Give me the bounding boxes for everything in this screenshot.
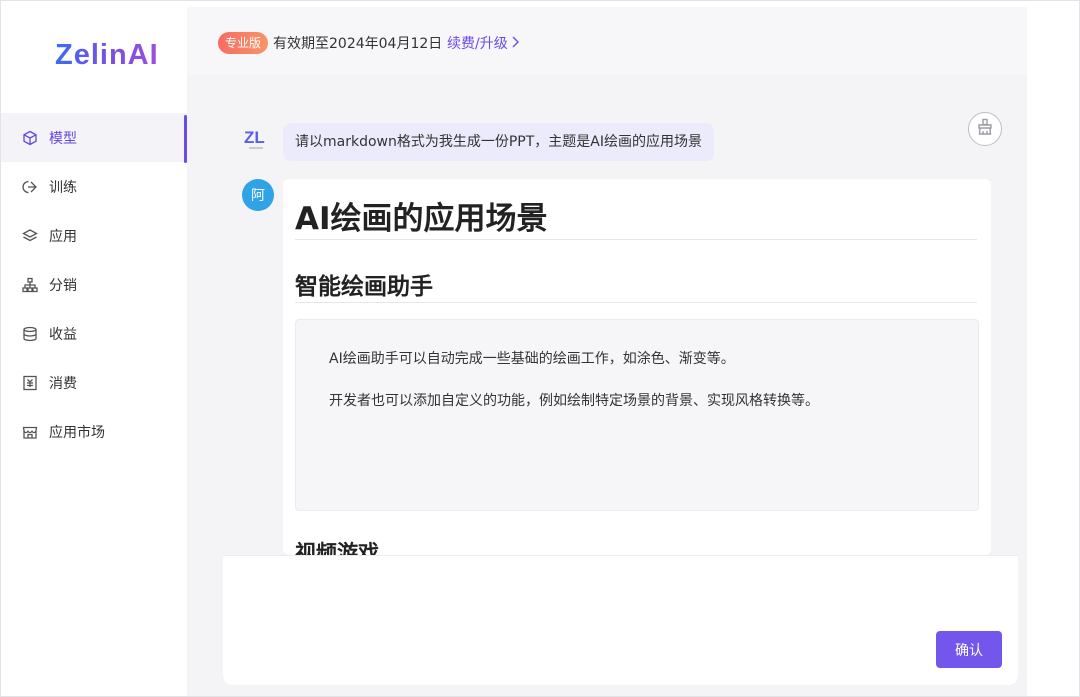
answer-section-heading: 智能绘画助手 bbox=[295, 274, 433, 300]
broom-icon bbox=[975, 117, 995, 141]
sidebar-item-label: 应用市场 bbox=[49, 424, 105, 441]
sidebar-item-earnings[interactable]: 收益 bbox=[1, 309, 187, 358]
sidebar-item-training[interactable]: 训练 bbox=[1, 162, 187, 211]
renew-upgrade-link[interactable]: 续费/升级 bbox=[447, 33, 519, 53]
sidebar-nav: 模型 训练 应用 分销 收益 消费 应用市场 bbox=[1, 113, 187, 456]
subscription-bar: 专业版 有效期至2024年04月12日 续费/升级 bbox=[187, 7, 1027, 75]
sidebar: ZelinAI 模型 训练 应用 分销 收益 消费 应用市场 bbox=[1, 1, 187, 696]
training-icon bbox=[21, 178, 39, 196]
sidebar-item-label: 收益 bbox=[49, 326, 77, 343]
cube-icon bbox=[21, 129, 39, 147]
user-avatar-text: ZL bbox=[244, 128, 265, 147]
receipt-icon bbox=[21, 374, 39, 392]
layers-icon bbox=[21, 227, 39, 245]
assistant-avatar: 阿 bbox=[242, 179, 274, 211]
sidebar-item-distribution[interactable]: 分销 bbox=[1, 260, 187, 309]
sidebar-item-consumption[interactable]: 消费 bbox=[1, 358, 187, 407]
answer-paragraph: 开发者也可以添加自定义的功能，例如绘制特定场景的背景、实现风格转换等。 bbox=[329, 393, 819, 409]
sidebar-item-label: 消费 bbox=[49, 375, 77, 392]
sidebar-item-label: 训练 bbox=[49, 179, 77, 196]
sidebar-item-app-market[interactable]: 应用市场 bbox=[1, 407, 187, 456]
clear-chat-button[interactable] bbox=[968, 112, 1002, 146]
answer-blockquote: AI绘画助手可以自动完成一些基础的绘画工作，如涂色、渐变等。 开发者也可以添加自… bbox=[295, 319, 979, 511]
answer-next-heading: 视频游戏 bbox=[295, 541, 379, 555]
database-icon bbox=[21, 325, 39, 343]
chevron-right-icon bbox=[511, 36, 519, 52]
sidebar-item-label: 模型 bbox=[49, 130, 77, 147]
confirm-button[interactable]: 确认 bbox=[936, 631, 1002, 668]
user-avatar: ZL bbox=[242, 125, 274, 153]
sidebar-item-apps[interactable]: 应用 bbox=[1, 211, 187, 260]
assistant-message: AI绘画的应用场景 智能绘画助手 AI绘画助手可以自动完成一些基础的绘画工作，如… bbox=[283, 179, 991, 555]
sidebar-item-label: 应用 bbox=[49, 228, 77, 245]
user-message-bubble: 请以markdown格式为我生成一份PPT，主题是AI绘画的应用场景 bbox=[283, 123, 714, 161]
section-divider bbox=[295, 302, 977, 303]
sidebar-item-label: 分销 bbox=[49, 277, 77, 294]
validity-text: 有效期至2024年04月12日 bbox=[273, 36, 443, 52]
org-chart-icon bbox=[21, 276, 39, 294]
store-icon bbox=[21, 423, 39, 441]
title-divider bbox=[295, 239, 977, 240]
message-input[interactable] bbox=[223, 555, 1018, 685]
answer-paragraph: AI绘画助手可以自动完成一些基础的绘画工作，如涂色、渐变等。 bbox=[329, 351, 735, 367]
brand-logo: ZelinAI bbox=[55, 39, 159, 71]
answer-title: AI绘画的应用场景 bbox=[295, 201, 548, 237]
app-window: ZelinAI 模型 训练 应用 分销 收益 消费 应用市场 专业版 有效期至2… bbox=[0, 0, 1080, 697]
sidebar-item-model[interactable]: 模型 bbox=[1, 113, 187, 163]
renew-upgrade-label: 续费/升级 bbox=[447, 36, 508, 52]
plan-badge: 专业版 bbox=[218, 32, 269, 54]
